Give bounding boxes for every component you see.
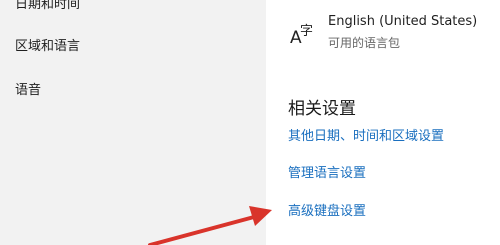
language-icon-zi: 字	[300, 24, 314, 39]
sidebar-item-region-language[interactable]: 区域和语言	[15, 35, 80, 54]
language-name: English (United States)	[328, 14, 478, 29]
link-additional-date-time-region[interactable]: 其他日期、时间和区域设置	[288, 125, 444, 144]
language-icon: A 字	[288, 20, 316, 48]
main-content: A 字 English (United States) 可用的语言包 相关设置 …	[266, 0, 500, 245]
language-pack-status: 可用的语言包	[328, 36, 401, 50]
language-item-english-us[interactable]: A 字 English (United States) 可用的语言包	[288, 12, 498, 52]
related-settings-title: 相关设置	[288, 99, 356, 119]
settings-sidebar: 日期和时间 区域和语言 语音	[0, 0, 266, 245]
link-advanced-keyboard-settings[interactable]: 高级键盘设置	[288, 200, 366, 219]
link-manage-language-settings[interactable]: 管理语言设置	[288, 162, 366, 181]
sidebar-item-date-time[interactable]: 日期和时间	[15, 0, 80, 12]
sidebar-item-speech[interactable]: 语音	[15, 79, 41, 98]
